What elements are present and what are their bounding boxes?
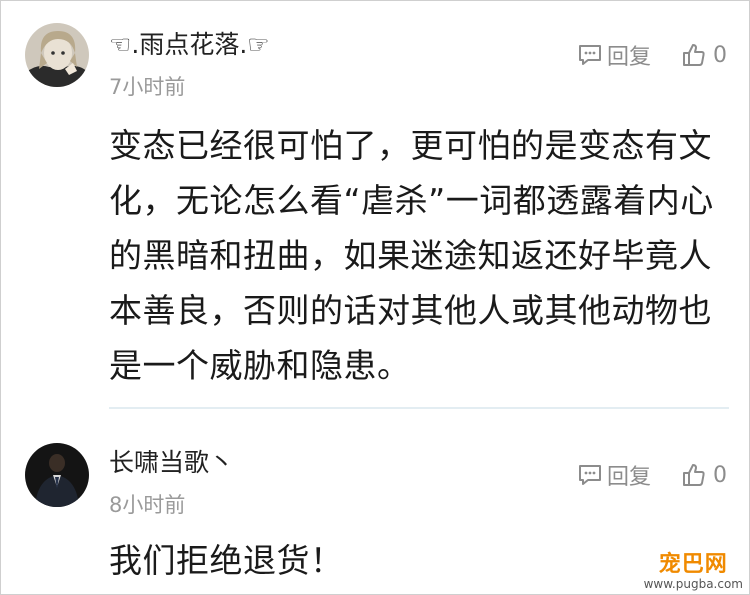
like-count: 0: [713, 42, 727, 68]
comment-bubble-icon: [578, 45, 601, 65]
comment-list: ☜.雨点花落.☞ 7小时前 回复 0 变态已经很可怕了，更可怕的是变态有文化，无…: [0, 0, 750, 595]
reply-label: 回复: [606, 465, 651, 490]
avatar[interactable]: [25, 23, 89, 87]
watermark-name: 宠巴网: [658, 552, 728, 577]
divider: [109, 407, 729, 409]
watermark-url: www.pugba.com: [643, 577, 743, 591]
comment-text: 我们拒绝退货！: [109, 541, 344, 580]
timestamp: 7小时前: [109, 75, 186, 99]
comment-item: 长啸当歌丶 8小时前 回复 0 我们拒绝退货！: [1, 411, 750, 595]
comment-actions: 回复 0: [577, 39, 727, 71]
comment-actions: 回复 0: [577, 459, 727, 491]
username[interactable]: ☜.雨点花落.☞: [109, 25, 270, 61]
like-button[interactable]: 0: [681, 462, 727, 488]
like-count: 0: [713, 462, 727, 488]
like-button[interactable]: 0: [681, 42, 727, 68]
avatar[interactable]: [25, 443, 89, 507]
timestamp: 8小时前: [109, 493, 186, 517]
thumbs-up-icon: [683, 44, 705, 66]
comment-text: 变态已经很可怕了，更可怕的是变态有文化，无论怎么看“虐杀”一词都透露着内心的黑暗…: [109, 126, 714, 385]
reply-label: 回复: [606, 45, 651, 70]
reply-button[interactable]: 回复: [577, 39, 651, 71]
site-watermark: 宠巴网 www.pugba.com: [643, 552, 743, 592]
comment-bubble-icon: [578, 465, 601, 485]
username[interactable]: 长啸当歌丶: [109, 443, 234, 479]
thumbs-up-icon: [683, 464, 705, 486]
comment-item: ☜.雨点花落.☞ 7小时前 回复 0 变态已经很可怕了，更可怕的是变态有文化，无…: [1, 1, 750, 411]
reply-button[interactable]: 回复: [577, 459, 651, 491]
